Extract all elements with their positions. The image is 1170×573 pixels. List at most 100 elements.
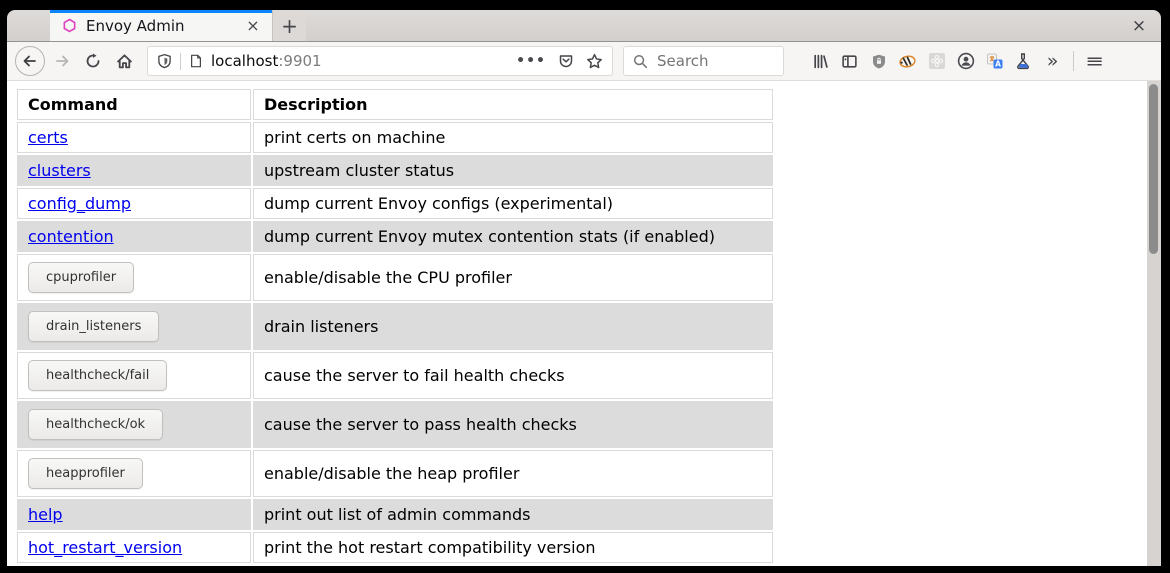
forward-button[interactable] xyxy=(48,47,76,75)
table-row-clusters: clusters upstream cluster status xyxy=(17,155,773,186)
command-form-healthcheck-ok: healthcheck/ok xyxy=(28,407,163,442)
menu-icon[interactable]: ≡ xyxy=(1080,47,1109,76)
extensions-grid-icon[interactable] xyxy=(922,47,951,76)
command-cell: certs xyxy=(17,122,251,153)
command-link-help[interactable]: help xyxy=(28,505,63,524)
table-row-help: help print out list of admin commands xyxy=(17,499,773,530)
pocket-icon[interactable] xyxy=(558,53,574,69)
page-info-icon[interactable] xyxy=(189,53,203,69)
command-cell: config_dump xyxy=(17,188,251,219)
translate-icon[interactable]: A xyxy=(980,47,1009,76)
reload-button[interactable] xyxy=(79,47,107,75)
command-button-drain-listeners[interactable]: drain_listeners xyxy=(28,311,159,342)
page-content: Command Description certs print certs on … xyxy=(7,81,1161,566)
description-cell: cause the server to fail health checks xyxy=(253,352,773,399)
tracking-protection-shield-icon[interactable] xyxy=(157,53,172,69)
command-cell: help xyxy=(17,499,251,530)
tab-bar-left-space xyxy=(7,10,50,41)
toolbar-separator xyxy=(1073,51,1074,71)
table-row-drain-listeners: drain_listeners drain listeners xyxy=(17,303,773,350)
tab-close-icon[interactable]: × xyxy=(242,15,264,37)
description-cell: drain listeners xyxy=(253,303,773,350)
command-link-hot-restart-version[interactable]: hot_restart_version xyxy=(28,538,182,557)
library-icon[interactable] xyxy=(806,47,835,76)
command-cell: cpuprofiler xyxy=(17,254,251,301)
table-row-hot-restart-version: hot_restart_version print the hot restart… xyxy=(17,532,773,563)
description-cell: dump current Envoy mutex contention stat… xyxy=(253,221,773,252)
table-row-healthcheck-fail: healthcheck/fail cause the server to fail… xyxy=(17,352,773,399)
toolbar-icon-cluster: A » xyxy=(806,47,1067,76)
description-cell: upstream cluster status xyxy=(253,155,773,186)
command-column-header: Command xyxy=(17,89,251,120)
command-cell: clusters xyxy=(17,155,251,186)
account-icon[interactable] xyxy=(951,47,980,76)
table-row-heapprofiler: heapprofiler enable/disable the heap prof… xyxy=(17,450,773,497)
command-link-clusters[interactable]: clusters xyxy=(28,161,91,180)
bookmark-star-icon[interactable] xyxy=(586,53,603,70)
command-form-cpuprofiler: cpuprofiler xyxy=(28,260,134,295)
description-cell: enable/disable the heap profiler xyxy=(253,450,773,497)
description-cell: print out list of admin commands xyxy=(253,499,773,530)
new-tab-button[interactable]: + xyxy=(272,10,306,41)
url-bar[interactable]: localhost :9901 ••• xyxy=(147,46,613,76)
command-link-certs[interactable]: certs xyxy=(28,128,68,147)
command-button-healthcheck-ok[interactable]: healthcheck/ok xyxy=(28,409,163,440)
url-bar-separator xyxy=(180,53,181,70)
command-button-healthcheck-fail[interactable]: healthcheck/fail xyxy=(28,360,167,391)
forward-arrow-icon xyxy=(54,53,70,69)
search-bar[interactable]: Search xyxy=(623,46,784,76)
table-row-config-dump: config_dump dump current Envoy configs (e… xyxy=(17,188,773,219)
command-cell: healthcheck/ok xyxy=(17,401,251,448)
command-form-healthcheck-fail: healthcheck/fail xyxy=(28,358,167,393)
scrollbar-thumb[interactable] xyxy=(1149,84,1158,254)
description-cell: dump current Envoy configs (experimental… xyxy=(253,188,773,219)
flask-icon[interactable] xyxy=(1009,47,1038,76)
admin-commands-table: Command Description certs print certs on … xyxy=(15,87,775,565)
command-link-config-dump[interactable]: config_dump xyxy=(28,194,131,213)
command-cell: drain_listeners xyxy=(17,303,251,350)
command-cell: hot_restart_version xyxy=(17,532,251,563)
table-header-row: Command Description xyxy=(17,89,773,120)
scrollbar[interactable] xyxy=(1147,81,1161,566)
tab-bar: Envoy Admin × + × xyxy=(7,10,1161,42)
window-close-button[interactable]: × xyxy=(1117,10,1161,41)
url-port-text: :9901 xyxy=(278,52,321,70)
envoy-favicon-icon xyxy=(62,18,77,33)
table-row-contention: contention dump current Envoy mutex conte… xyxy=(17,221,773,252)
command-cell: contention xyxy=(17,221,251,252)
search-icon xyxy=(633,54,648,69)
home-button[interactable] xyxy=(110,47,138,75)
tab-envoy-admin[interactable]: Envoy Admin × xyxy=(50,10,272,41)
back-arrow-icon xyxy=(22,53,38,69)
table-row-cpuprofiler: cpuprofiler enable/disable the CPU profil… xyxy=(17,254,773,301)
tab-title: Envoy Admin xyxy=(86,17,242,35)
description-cell: print the hot restart compatibility vers… xyxy=(253,532,773,563)
table-row-healthcheck-ok: healthcheck/ok cause the server to pass h… xyxy=(17,401,773,448)
table-row-certs: certs print certs on machine xyxy=(17,122,773,153)
back-button[interactable] xyxy=(15,46,45,76)
url-host-text: localhost xyxy=(211,52,278,70)
navigation-toolbar: localhost :9901 ••• Search xyxy=(7,42,1161,81)
command-form-heapprofiler: heapprofiler xyxy=(28,456,143,491)
privacy-badger-icon[interactable] xyxy=(893,47,922,76)
command-form-drain-listeners: drain_listeners xyxy=(28,309,159,344)
description-column-header: Description xyxy=(253,89,773,120)
browser-window: Envoy Admin × + × xyxy=(7,10,1161,566)
description-cell: enable/disable the CPU profiler xyxy=(253,254,773,301)
command-cell: healthcheck/fail xyxy=(17,352,251,399)
description-cell: print certs on machine xyxy=(253,122,773,153)
page-actions-icon[interactable]: ••• xyxy=(516,53,546,69)
svg-text:A: A xyxy=(995,60,1001,69)
search-placeholder: Search xyxy=(657,52,709,70)
command-button-cpuprofiler[interactable]: cpuprofiler xyxy=(28,262,134,293)
sidebar-icon[interactable] xyxy=(835,47,864,76)
home-icon xyxy=(116,53,133,70)
description-cell: cause the server to pass health checks xyxy=(253,401,773,448)
command-button-heapprofiler[interactable]: heapprofiler xyxy=(28,458,143,489)
command-link-contention[interactable]: contention xyxy=(28,227,114,246)
tab-bar-spacer xyxy=(306,10,1117,41)
privacy-shield-lock-icon[interactable] xyxy=(864,47,893,76)
reload-icon xyxy=(85,53,101,69)
overflow-chevron-icon[interactable]: » xyxy=(1038,47,1067,76)
command-cell: heapprofiler xyxy=(17,450,251,497)
